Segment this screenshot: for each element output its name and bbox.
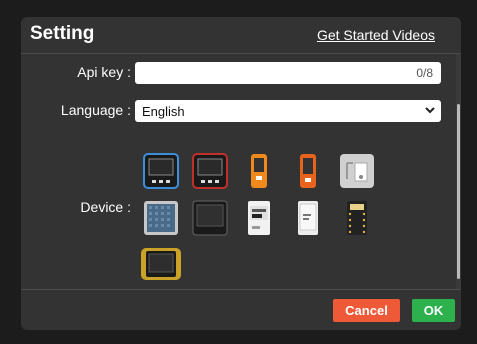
dialog-header: Setting Get Started Videos xyxy=(21,17,461,54)
paper-device[interactable] xyxy=(290,200,326,236)
dialog-title: Setting xyxy=(30,23,95,44)
atom-lite-device[interactable] xyxy=(339,200,375,236)
cancel-button[interactable]: Cancel xyxy=(333,299,400,322)
content-scrollbar[interactable] xyxy=(456,54,461,289)
core-red-device[interactable] xyxy=(192,153,228,189)
core2-device[interactable] xyxy=(192,200,228,236)
language-selected-value: English xyxy=(142,104,185,119)
core-dark-device[interactable] xyxy=(143,153,179,189)
tough-device[interactable] xyxy=(140,246,182,282)
language-label: Language : xyxy=(60,102,131,118)
get-started-videos-link[interactable]: Get Started Videos xyxy=(317,27,435,43)
coreink-device[interactable] xyxy=(241,200,277,236)
chevron-down-icon xyxy=(425,107,435,114)
module-grey-device[interactable] xyxy=(339,153,375,189)
settings-dialog: Setting Get Started Videos Api key : 0/8… xyxy=(21,17,461,330)
stickc-orange-device[interactable] xyxy=(241,153,277,189)
device-label: Device : xyxy=(80,199,131,215)
settings-form: Api key : 0/8 Language : English Device … xyxy=(21,54,457,289)
atom-matrix-device[interactable] xyxy=(143,200,179,236)
api-key-input[interactable]: 0/8 xyxy=(135,62,441,84)
ok-button[interactable]: OK xyxy=(412,299,455,322)
stickc-plus-orange-device[interactable] xyxy=(290,153,326,189)
scrollbar-thumb[interactable] xyxy=(457,104,460,279)
api-key-label: Api key : xyxy=(77,64,131,80)
language-select[interactable]: English xyxy=(135,100,441,122)
dialog-footer: Cancel OK xyxy=(21,289,461,330)
api-key-counter: 0/8 xyxy=(416,66,433,80)
